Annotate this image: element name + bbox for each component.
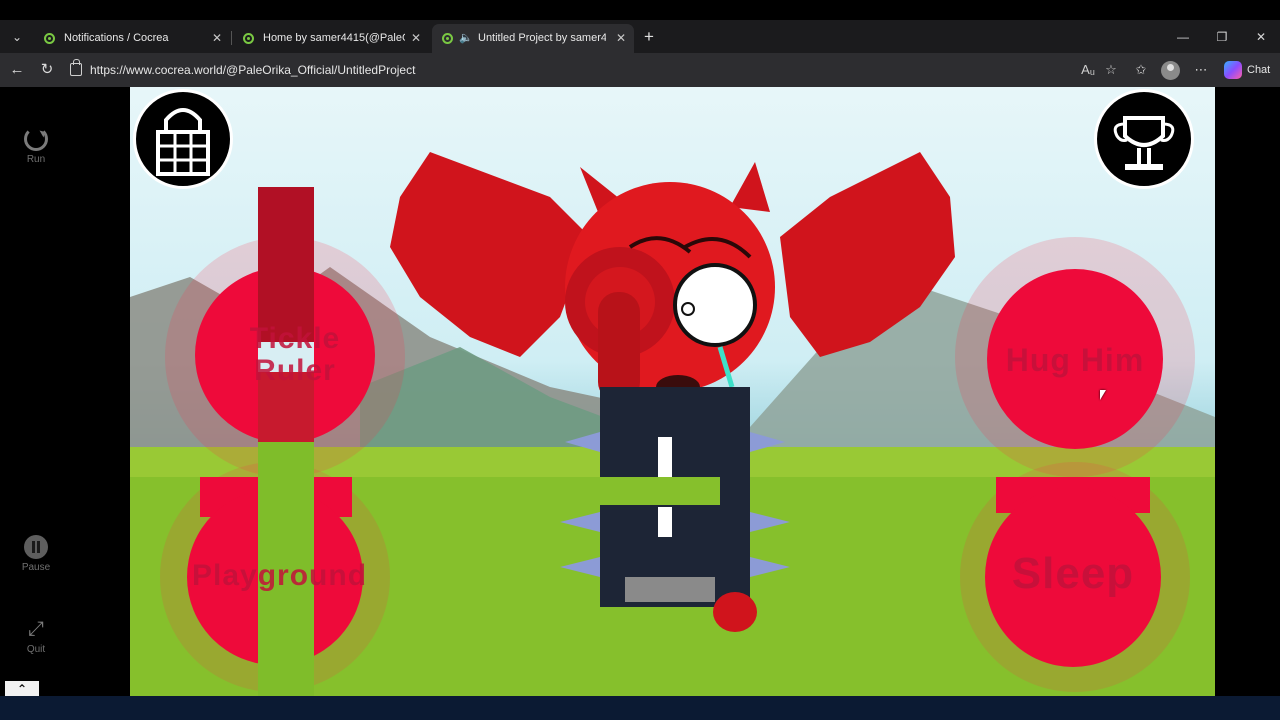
hug-him-button[interactable]: Hug Him	[990, 342, 1160, 379]
tab-untitled-project[interactable]: 🔈 Untitled Project by samer441 ✕	[432, 24, 634, 53]
restore-icon[interactable]: ❐	[1203, 24, 1241, 50]
player-side-panel: Run Pause ⤢ Quit	[4, 87, 130, 696]
more-options-icon[interactable]: ⋯	[1191, 60, 1211, 80]
pause-button[interactable]: Pause	[20, 535, 52, 573]
window-close-icon[interactable]: ✕	[1242, 24, 1280, 50]
cocrea-favicon-icon	[243, 33, 254, 44]
game-canvas[interactable]: Tickle Ruler Playground Hug Him Sleep	[130, 87, 1215, 696]
tab-actions-menu-icon[interactable]: ⌄	[6, 26, 28, 48]
body-stripe	[658, 437, 672, 477]
lock-grid-icon	[156, 108, 210, 176]
creature-paw	[598, 292, 640, 402]
body-stripe	[658, 507, 672, 537]
back-arrow-icon[interactable]: ←	[6, 59, 28, 81]
read-aloud-icon[interactable]: Aᵤ	[1078, 60, 1098, 80]
head-spike	[730, 162, 770, 212]
run-button[interactable]: Run	[20, 127, 52, 165]
tickle-ruler-button[interactable]: Tickle Ruler	[220, 323, 370, 387]
new-tab-plus-icon[interactable]: +	[640, 26, 658, 48]
chevron-up-icon[interactable]: ⌃	[5, 681, 39, 696]
collapse-arrows-icon: ⤢	[28, 618, 44, 640]
quit-label: Quit	[26, 644, 46, 655]
trophy-icon	[1113, 116, 1175, 170]
trophy-button[interactable]	[1094, 89, 1194, 189]
site-info-lock-icon[interactable]	[70, 59, 82, 76]
creature-feet	[625, 577, 715, 602]
cocrea-favicon-icon	[442, 33, 453, 44]
creature-tail	[713, 592, 757, 632]
game-scene	[130, 152, 1215, 696]
close-icon[interactable]: ✕	[210, 24, 224, 53]
playground-button[interactable]: Playground	[192, 559, 366, 593]
profile-avatar[interactable]	[1161, 61, 1180, 80]
window-top-edge	[0, 0, 1280, 20]
run-refresh-icon	[24, 127, 48, 151]
tab-separator	[231, 31, 232, 45]
glitch-strip	[590, 477, 720, 505]
right-letterbox	[1215, 87, 1280, 696]
favorites-icon[interactable]: ✩	[1131, 60, 1151, 80]
shop-lock-button[interactable]	[133, 89, 233, 189]
cocrea-favicon-icon	[44, 33, 55, 44]
tab-title: Untitled Project by samer441	[478, 32, 606, 44]
copilot-icon[interactable]	[1224, 61, 1242, 79]
url-field[interactable]: https://www.cocrea.world/@PaleOrika_Offi…	[90, 53, 415, 87]
run-label: Run	[26, 154, 46, 165]
creature-pupil	[681, 302, 695, 316]
tab-title: Notifications / Cocrea	[64, 32, 169, 44]
pause-label: Pause	[21, 562, 51, 573]
tab-title: Home by samer4415(@PaleOrika	[263, 32, 405, 44]
left-wing	[390, 152, 590, 357]
speaker-icon[interactable]: 🔈	[459, 24, 473, 53]
tab-strip: ⌄ Notifications / Cocrea ✕ Home by samer…	[0, 20, 1280, 53]
mouse-cursor-icon	[1100, 390, 1106, 400]
sleep-button[interactable]: Sleep	[998, 549, 1148, 599]
tab-notifications[interactable]: Notifications / Cocrea ✕	[34, 24, 230, 53]
close-icon[interactable]: ✕	[614, 24, 628, 53]
favorite-star-icon[interactable]: ☆	[1101, 60, 1121, 80]
close-icon[interactable]: ✕	[409, 24, 423, 53]
minimize-icon[interactable]: —	[1164, 24, 1202, 50]
tab-home[interactable]: Home by samer4415(@PaleOrika ✕	[233, 24, 429, 53]
address-bar: ← ↻ https://www.cocrea.world/@PaleOrika_…	[0, 53, 1280, 87]
glitch-bar	[258, 187, 314, 342]
taskbar-edge	[0, 696, 1280, 720]
pause-icon	[24, 535, 48, 559]
chat-button[interactable]: Chat	[1247, 53, 1270, 87]
refresh-icon[interactable]: ↻	[36, 59, 58, 81]
quit-button[interactable]: ⤢ Quit	[20, 617, 52, 655]
